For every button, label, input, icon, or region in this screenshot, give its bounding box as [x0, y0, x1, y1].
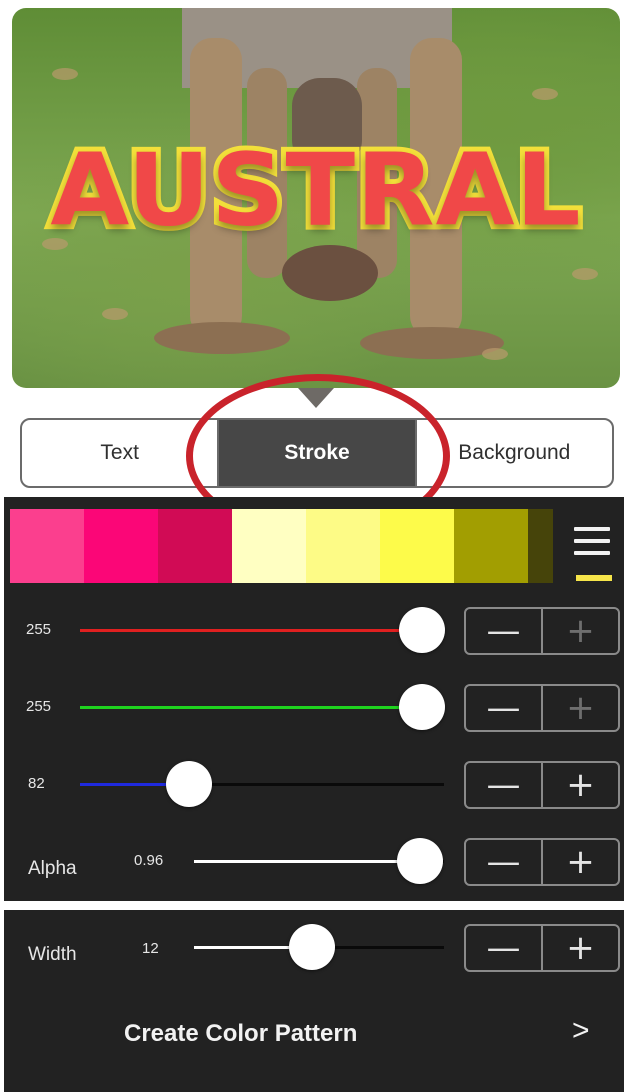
hamburger-icon[interactable]: [574, 527, 610, 559]
red-slider-row: 255 — +: [4, 599, 624, 659]
color-swatch[interactable]: [84, 509, 158, 583]
width-value: 12: [142, 940, 159, 957]
red-slider-fill: [80, 629, 422, 632]
red-stepper: — +: [464, 607, 620, 655]
blue-decrement-button[interactable]: —: [466, 763, 543, 807]
color-swatch[interactable]: [10, 509, 84, 583]
width-decrement-button[interactable]: —: [466, 926, 543, 970]
alpha-value: 0.96: [134, 852, 164, 869]
alpha-decrement-button[interactable]: —: [466, 840, 543, 884]
create-color-pattern-row[interactable]: Create Color Pattern >: [4, 1004, 624, 1068]
image-preview[interactable]: AUSTRAL: [12, 8, 620, 388]
alpha-slider-thumb[interactable]: [397, 838, 443, 884]
section-divider: [4, 901, 624, 910]
color-swatch[interactable]: [380, 509, 454, 583]
preview-text: AUSTRAL: [45, 132, 585, 249]
width-stepper: — +: [464, 924, 620, 972]
green-slider-thumb[interactable]: [399, 684, 445, 730]
stroke-width-panel: Width 12 — + Create Color Pattern >: [4, 910, 624, 1092]
color-swatch[interactable]: [528, 509, 553, 583]
red-value: 255: [26, 621, 52, 638]
color-swatch[interactable]: [232, 509, 306, 583]
width-increment-button[interactable]: +: [543, 926, 618, 970]
color-swatch[interactable]: [158, 509, 232, 583]
width-label: Width: [28, 944, 77, 965]
chevron-right-icon: >: [572, 1014, 590, 1047]
alpha-slider-row: Alpha 0.96 — +: [4, 830, 624, 890]
red-increment-button[interactable]: +: [543, 609, 618, 653]
alpha-label: Alpha: [28, 858, 77, 879]
blue-slider-thumb[interactable]: [166, 761, 212, 807]
alpha-stepper: — +: [464, 838, 620, 886]
green-increment-button[interactable]: +: [543, 686, 618, 730]
red-slider-thumb[interactable]: [399, 607, 445, 653]
width-slider-thumb[interactable]: [289, 924, 335, 970]
color-palette: [10, 509, 553, 583]
blue-value: 82: [28, 775, 45, 792]
create-color-pattern-label: Create Color Pattern: [124, 1020, 358, 1047]
blue-increment-button[interactable]: +: [543, 763, 618, 807]
green-stepper: — +: [464, 684, 620, 732]
green-decrement-button[interactable]: —: [466, 686, 543, 730]
color-panel: 255 — + 255 — + 82 — + Alpha 0.96 — +: [4, 497, 624, 901]
green-slider-fill: [80, 706, 422, 709]
color-swatch[interactable]: [454, 509, 528, 583]
blue-stepper: — +: [464, 761, 620, 809]
green-slider-row: 255 — +: [4, 676, 624, 736]
blue-slider-row: 82 — +: [4, 753, 624, 813]
width-slider-row: Width 12 — +: [4, 918, 624, 978]
color-swatch[interactable]: [306, 509, 380, 583]
alpha-increment-button[interactable]: +: [543, 840, 618, 884]
alpha-slider-fill: [194, 860, 420, 863]
palette-selected-indicator: [576, 575, 612, 581]
red-decrement-button[interactable]: —: [466, 609, 543, 653]
green-value: 255: [26, 698, 52, 715]
